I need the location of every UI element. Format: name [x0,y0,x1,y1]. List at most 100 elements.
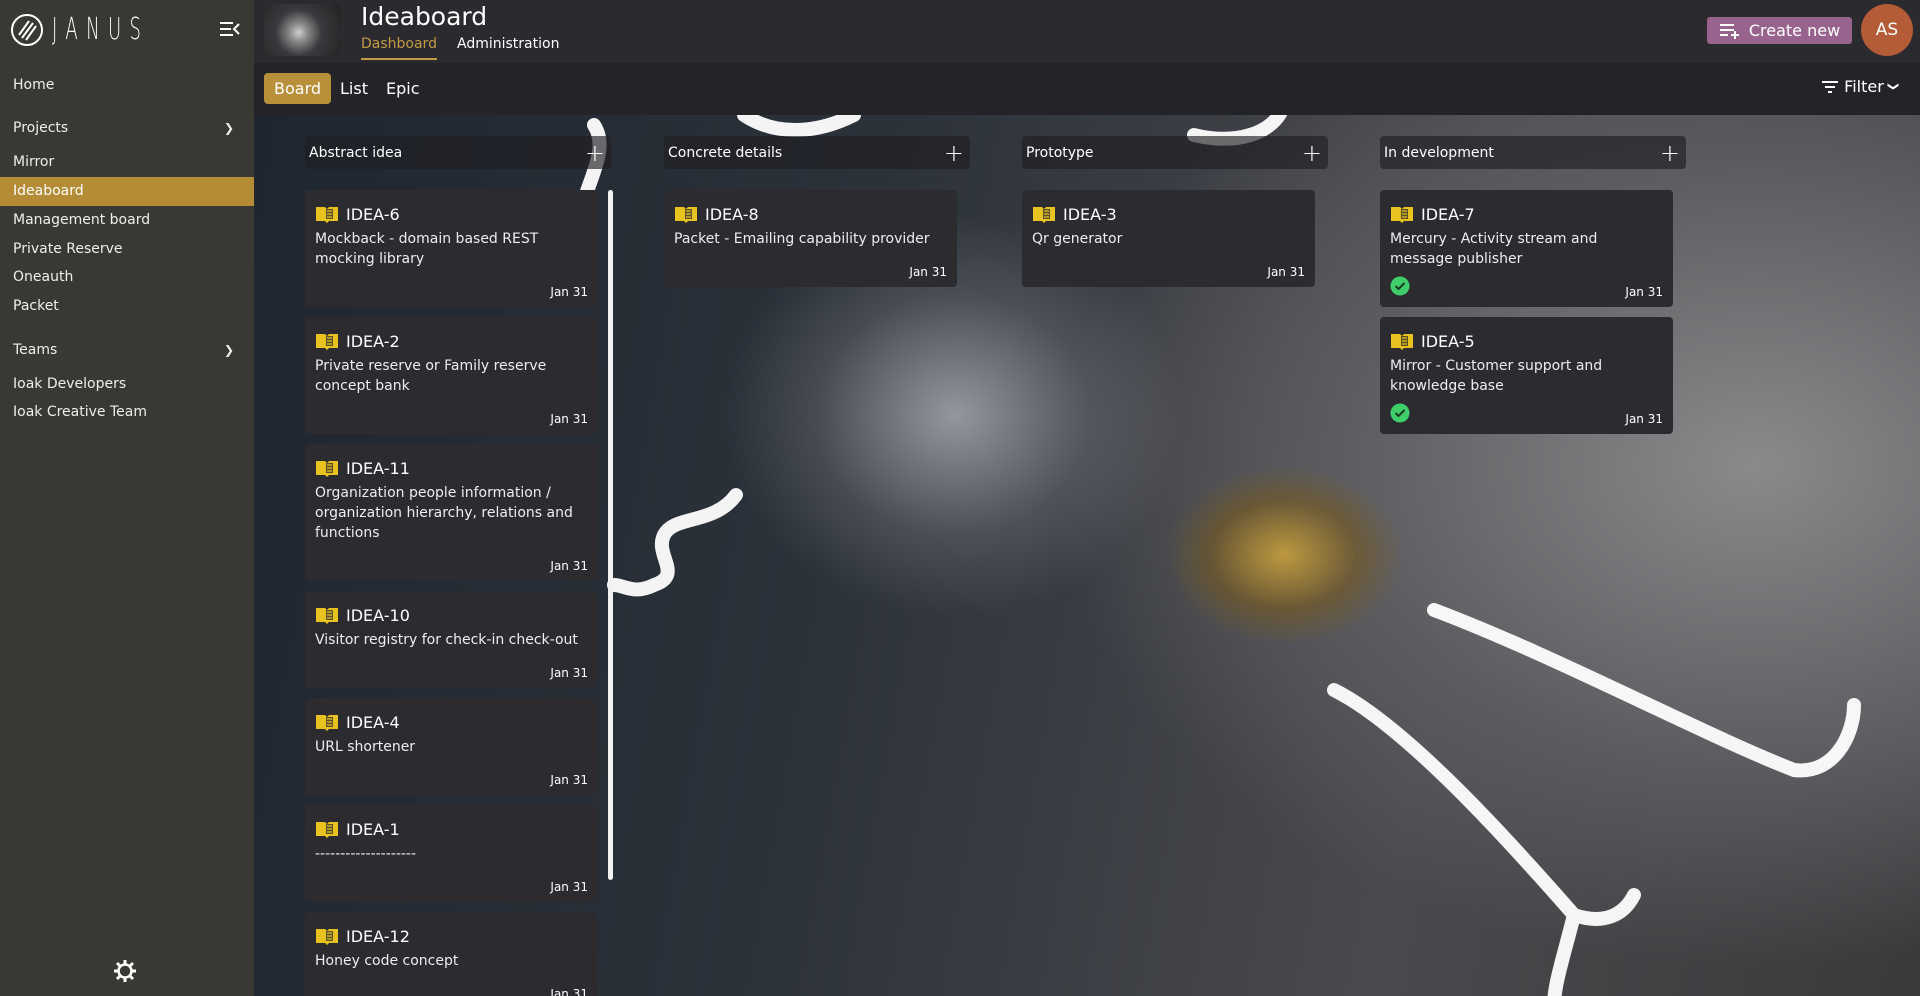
idea-card[interactable]: IDEA-7 Mercury - Activity stream and mess… [1380,190,1673,307]
idea-card[interactable]: IDEA-2 Private reserve or Family reserve … [305,317,598,434]
view-epic[interactable]: Epic [376,73,430,104]
card-date: Jan 31 [550,987,588,996]
filter-button[interactable]: Filter ❯ [1821,77,1900,96]
column-header: Concrete details + [664,136,970,169]
card-id: IDEA-4 [346,712,400,732]
column-title: Prototype [1026,144,1094,161]
book-icon [1390,332,1414,350]
filter-icon [1822,80,1839,93]
card-date: Jan 31 [1267,265,1305,279]
sidebar-item-mirror[interactable]: Mirror [0,148,254,177]
card-description: URL shortener [315,739,416,755]
idea-card[interactable]: IDEA-12 Honey code concept Jan 31 [305,912,598,996]
card-description: Visitor registry for check-in check-out [315,632,578,648]
create-new-button[interactable]: Create new [1707,17,1852,44]
column-abstract-idea: Abstract idea + IDEA-6 Mockback - domain ba… [305,136,613,996]
card-id: IDEA-12 [346,926,410,946]
logo-icon [11,13,43,46]
book-icon [315,459,339,477]
card-description: Qr generator [1032,231,1123,247]
idea-card[interactable]: IDEA-11 Organization people information /… [305,444,598,581]
filter-label: Filter [1844,77,1884,96]
avatar[interactable]: AS [1861,4,1913,56]
column-title: In development [1384,144,1494,161]
card-description: Honey code concept [315,953,459,969]
book-icon [315,205,339,223]
card-date: Jan 31 [550,773,588,787]
card-date: Jan 31 [550,666,588,680]
sidebar-item-ioak-creative-team[interactable]: Ioak Creative Team [0,398,254,427]
view-board[interactable]: Board [264,73,332,104]
logo-text: JANUS [52,12,150,47]
add-card-icon[interactable]: + [585,141,605,165]
janus-logo[interactable]: JANUS [10,12,214,47]
card-date: Jan 31 [909,265,947,279]
teams-label: Teams [13,342,58,358]
card-id: IDEA-8 [705,204,759,224]
top-header: Ideaboard Dashboard Administration Creat… [254,0,1920,63]
tab-administration[interactable]: Administration [457,36,559,58]
sidebar-item-oneauth[interactable]: Oneauth [0,263,254,292]
sidebar-item-ioak-developers[interactable]: Ioak Developers [0,370,254,399]
book-icon [1032,205,1056,223]
card-id: IDEA-5 [1421,331,1475,351]
card-list: IDEA-6 Mockback - domain based REST mocki… [305,190,598,996]
gear-icon[interactable] [112,958,138,984]
card-list: IDEA-3 Qr generator Jan 31 [1022,190,1315,287]
idea-card[interactable]: IDEA-3 Qr generator Jan 31 [1022,190,1315,287]
project-thumbnail [264,4,341,56]
check-circle-icon [1390,276,1410,299]
book-icon [315,713,339,731]
chevron-down-icon: ❯ [1886,81,1900,92]
add-card-icon[interactable]: + [1660,141,1680,165]
card-description: Mockback - domain based REST mocking lib… [315,231,539,267]
card-list: IDEA-8 Packet - Emailing capability provi… [664,190,957,287]
card-description: -------------------- [315,846,417,862]
add-card-icon[interactable]: + [1302,141,1322,165]
sidebar-item-ideaboard[interactable]: Ideaboard [0,177,254,206]
book-icon [315,606,339,624]
card-description: Packet - Emailing capability provider [674,231,930,247]
view-list[interactable]: List [330,73,378,104]
sidebar-section-teams[interactable]: Teams ❯ [0,336,254,365]
sidebar-item-management-board[interactable]: Management board [0,206,254,235]
sidebar-section-projects[interactable]: Projects ❯ [0,114,254,143]
card-description: Private reserve or Family reserve concep… [315,358,547,394]
column-title: Concrete details [668,144,783,161]
create-new-label: Create new [1748,21,1841,40]
sidebar-item-home[interactable]: Home [0,71,254,100]
tab-dashboard[interactable]: Dashboard [361,36,437,60]
projects-label: Projects [13,120,69,136]
idea-card[interactable]: IDEA-1 -------------------- Jan 31 [305,805,598,902]
kanban-board: Abstract idea + IDEA-6 Mockback - domain ba… [254,115,1920,996]
collapse-sidebar-icon[interactable] [219,20,241,38]
card-date: Jan 31 [550,285,588,299]
column-scrollbar[interactable] [608,190,613,880]
view-toolbar: Board List Epic Filter ❯ [254,63,1920,115]
idea-card[interactable]: IDEA-6 Mockback - domain based REST mocki… [305,190,598,307]
chevron-down-icon: ❯ [223,121,234,135]
add-card-icon[interactable]: + [944,141,964,165]
card-id: IDEA-7 [1421,204,1475,224]
card-date: Jan 31 [550,880,588,894]
card-id: IDEA-1 [346,819,400,839]
idea-card[interactable]: IDEA-10 Visitor registry for check-in che… [305,591,598,688]
column-header: Abstract idea + [305,136,611,169]
idea-card[interactable]: IDEA-8 Packet - Emailing capability provi… [664,190,957,287]
column-prototype: Prototype + IDEA-3 Qr generator Jan 31 [1022,136,1328,297]
card-description: Mercury - Activity stream and message pu… [1390,231,1598,267]
column-concrete-details: Concrete details + IDEA-8 Packet - Emailing… [664,136,970,297]
card-id: IDEA-11 [346,458,410,478]
idea-card[interactable]: IDEA-5 Mirror - Customer support and know… [1380,317,1673,434]
card-id: IDEA-6 [346,204,400,224]
chevron-down-icon: ❯ [223,343,234,357]
sidebar-item-private-reserve[interactable]: Private Reserve [0,235,254,264]
idea-card[interactable]: IDEA-4 URL shortener Jan 31 [305,698,598,795]
card-id: IDEA-10 [346,605,410,625]
column-in-development: In development + IDEA-7 Mercury - Activity … [1380,136,1686,444]
card-date: Jan 31 [1625,285,1663,299]
card-date: Jan 31 [550,559,588,573]
sidebar-item-packet[interactable]: Packet [0,292,254,321]
card-id: IDEA-3 [1063,204,1117,224]
card-id: IDEA-2 [346,331,400,351]
